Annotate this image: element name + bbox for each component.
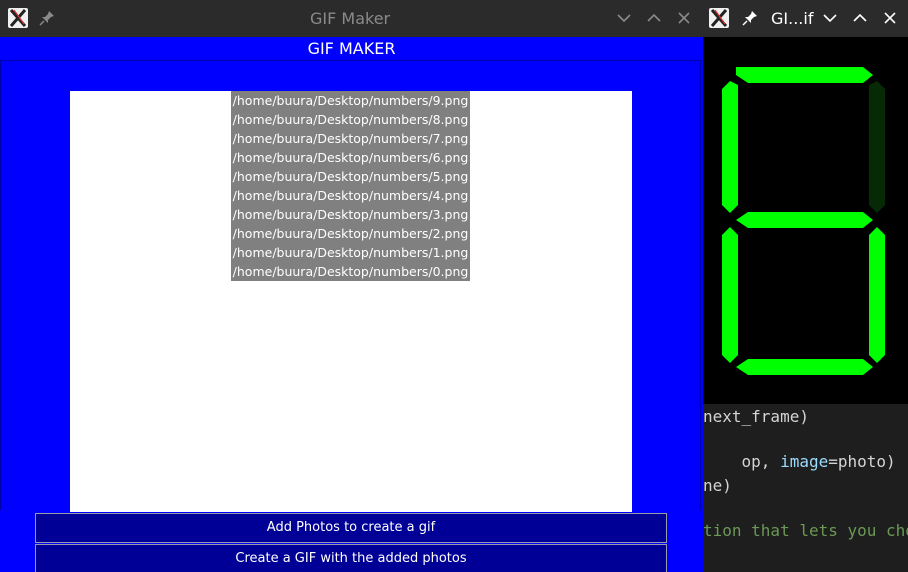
segment-lower-left	[722, 227, 738, 363]
list-item[interactable]: /home/buura/Desktop/numbers/8.png	[231, 110, 470, 129]
add-photos-button[interactable]: Add Photos to create a gif	[35, 513, 667, 543]
gif-maker-titlebar[interactable]: GIF Maker	[0, 0, 703, 37]
close-icon[interactable]	[675, 9, 693, 27]
chevron-down-icon[interactable]	[615, 9, 633, 27]
app-header: GIF MAKER	[0, 37, 703, 60]
code-comment-line: tion that lets you cho	[703, 521, 908, 540]
x11-app-icon	[8, 8, 28, 28]
code-line: ne)	[703, 476, 732, 495]
seven-segment-digit-image	[722, 67, 885, 375]
code-token: =photo)	[828, 452, 896, 471]
list-item[interactable]: /home/buura/Desktop/numbers/0.png	[231, 262, 470, 281]
pin-icon[interactable]	[741, 9, 759, 27]
code-token-param: image	[780, 452, 829, 471]
segment-upper-right-off	[869, 81, 885, 213]
segment-lower-right	[869, 227, 885, 363]
code-line: next_frame)	[703, 407, 809, 426]
list-item[interactable]: /home/buura/Desktop/numbers/3.png	[231, 205, 470, 224]
code-editor[interactable]: next_frame) op, image=photo) ne) tion th…	[703, 404, 908, 572]
list-item[interactable]: /home/buura/Desktop/numbers/9.png	[231, 91, 470, 110]
create-gif-button[interactable]: Create a GIF with the added photos	[35, 544, 667, 572]
pin-icon[interactable]	[38, 9, 56, 27]
list-item[interactable]: /home/buura/Desktop/numbers/5.png	[231, 167, 470, 186]
segment-bottom	[736, 359, 873, 375]
chevron-up-icon[interactable]	[851, 9, 869, 27]
segment-middle	[736, 212, 873, 228]
gif-maker-window: GIF Maker GIF MAKER /home/buura/Desktop/…	[0, 0, 703, 572]
close-icon[interactable]	[881, 9, 899, 27]
preview-window-title: GI...if	[771, 9, 814, 28]
x11-app-icon	[709, 8, 729, 28]
file-list[interactable]: /home/buura/Desktop/numbers/9.png /home/…	[231, 91, 470, 281]
list-item[interactable]: /home/buura/Desktop/numbers/7.png	[231, 129, 470, 148]
segment-upper-left	[722, 81, 738, 213]
chevron-up-icon[interactable]	[645, 9, 663, 27]
preview-titlebar[interactable]: GI...if	[703, 0, 908, 37]
list-item[interactable]: /home/buura/Desktop/numbers/6.png	[231, 148, 470, 167]
window-title: GIF Maker	[310, 9, 391, 28]
list-item[interactable]: /home/buura/Desktop/numbers/2.png	[231, 224, 470, 243]
gif-preview-window: GI...if	[703, 0, 908, 404]
chevron-down-icon[interactable]	[821, 9, 839, 27]
code-token: op,	[741, 452, 781, 471]
list-item[interactable]: /home/buura/Desktop/numbers/1.png	[231, 243, 470, 262]
list-item[interactable]: /home/buura/Desktop/numbers/4.png	[231, 186, 470, 205]
segment-top	[736, 67, 873, 83]
